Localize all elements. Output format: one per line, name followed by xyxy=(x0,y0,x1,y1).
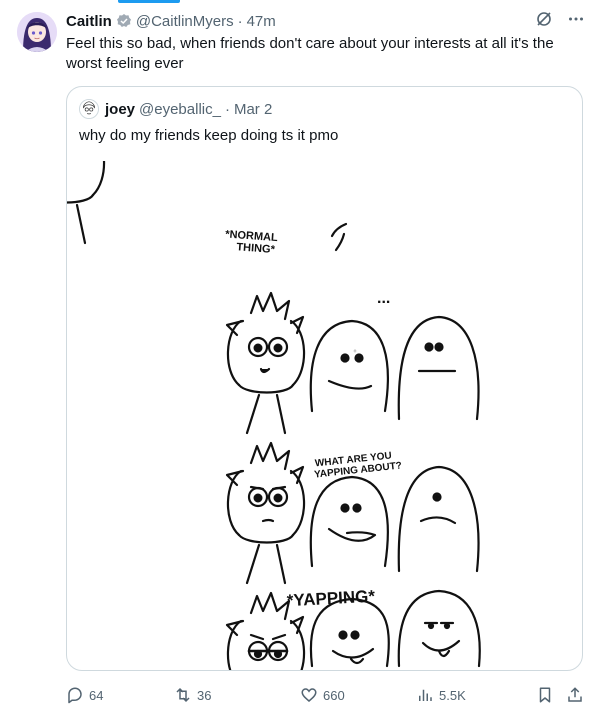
share-button[interactable] xyxy=(566,686,584,704)
views-count: 5.5K xyxy=(439,687,466,703)
tweet-text: Feel this so bad, when friends don't car… xyxy=(66,35,554,72)
like-button[interactable]: 660 xyxy=(300,686,345,704)
comic-dots: ... xyxy=(377,290,390,307)
tweet-header: Caitlin @CaitlinMyers · 47m xyxy=(66,11,585,31)
repost-button[interactable]: 36 xyxy=(174,686,211,704)
friend-1-panel-1 xyxy=(309,319,389,413)
author-handle[interactable]: @CaitlinMyers xyxy=(136,13,234,30)
verified-badge-icon xyxy=(116,13,132,29)
quoted-author-handle[interactable]: @eyeballic_ xyxy=(139,101,221,118)
repost-icon xyxy=(176,687,190,703)
tweet-timestamp[interactable]: 47m xyxy=(247,13,276,30)
quoted-tweet-text: why do my friends keep doing ts it pmo xyxy=(79,127,339,144)
author-name[interactable]: Caitlin xyxy=(66,13,112,30)
share-icon xyxy=(568,687,582,702)
friend-2-panel-2 xyxy=(397,465,480,573)
bookmark-button[interactable] xyxy=(536,686,554,704)
more-options-icon[interactable] xyxy=(567,10,585,32)
comic-caption-2: WHAT ARE YOU YAPPING ABOUT? xyxy=(312,449,402,480)
views-button[interactable]: 5.5K xyxy=(416,686,466,704)
active-tab-indicator xyxy=(118,0,180,3)
reply-count: 64 xyxy=(89,687,104,703)
quoted-tweet-header: joey @eyeballic_ · Mar 2 xyxy=(79,99,272,119)
quoted-author-avatar[interactable] xyxy=(79,99,99,119)
separator-dot: · xyxy=(224,100,230,118)
comic-image[interactable]: *NORMAL THING* ... WHAT ARE YOU YAPPING … xyxy=(67,161,582,670)
friend-1-panel-2 xyxy=(309,475,389,568)
heart-icon xyxy=(301,688,317,702)
reply-icon xyxy=(68,687,82,704)
repost-count: 36 xyxy=(197,687,212,703)
friend-2-panel-3 xyxy=(397,589,481,668)
author-avatar[interactable] xyxy=(17,12,57,52)
analytics-icon xyxy=(419,689,432,701)
friend-2-panel-1 xyxy=(397,315,480,421)
comic-caption-3: *YAPPING* xyxy=(286,587,375,611)
grok-icon[interactable] xyxy=(535,10,553,32)
reply-button[interactable]: 64 xyxy=(66,686,103,704)
bookmark-icon xyxy=(539,687,551,703)
friend-1-panel-3 xyxy=(309,597,390,668)
like-count: 660 xyxy=(323,687,345,703)
quoted-author-name[interactable]: joey xyxy=(105,101,135,118)
comic-caption-1: *NORMAL THING* xyxy=(224,228,281,256)
tweet-actions: 64 36 660 5.5K xyxy=(66,684,589,706)
quoted-tweet-date: Mar 2 xyxy=(233,100,273,118)
separator-dot: · xyxy=(237,12,243,30)
quoted-tweet[interactable]: joey @eyeballic_ · Mar 2 why do my frien… xyxy=(66,86,583,671)
